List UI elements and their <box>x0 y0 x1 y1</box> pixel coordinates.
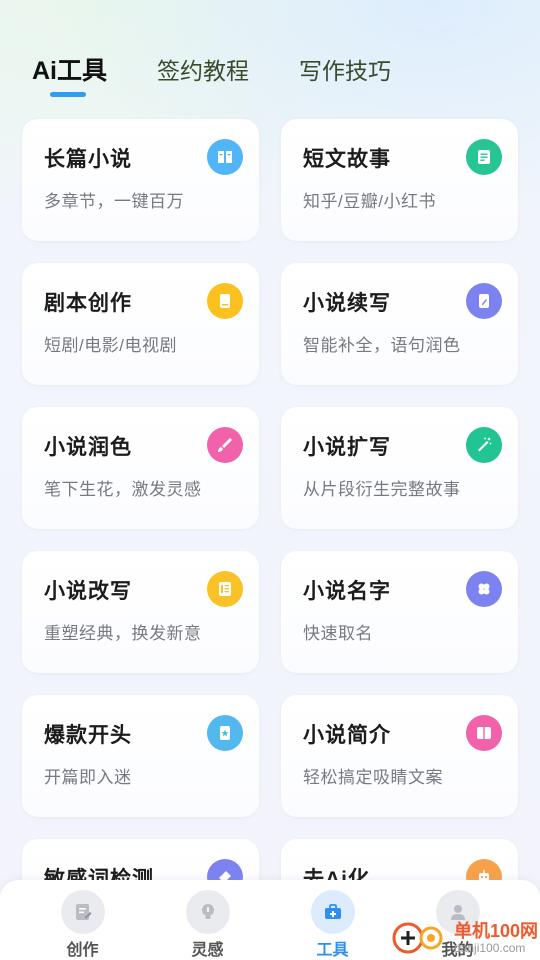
card-subtitle: 重塑经典，换发新意 <box>44 624 202 643</box>
tool-card-long-novel[interactable]: 长篇小说 多章节，一键百万 <box>22 119 259 241</box>
tool-grid: 长篇小说 多章节，一键百万 短文故事 知乎/豆瓣/小红书 剧本创作 短剧/电影/… <box>22 119 518 960</box>
card-subtitle: 轻松搞定吸睛文案 <box>303 768 443 787</box>
list-doc-icon <box>207 571 243 607</box>
bottom-nav: 创作 灵感 工具 我的 <box>0 880 540 960</box>
tab-signing-tutorial[interactable]: 签约教程 <box>157 54 249 88</box>
card-subtitle: 短剧/电影/电视剧 <box>44 336 177 355</box>
nav-label: 灵感 <box>191 942 224 959</box>
clover-icon <box>466 571 502 607</box>
tool-card-continue[interactable]: 小说续写 智能补全，语句润色 <box>281 263 518 385</box>
tool-card-name[interactable]: 小说名字 快速取名 <box>281 551 518 673</box>
tool-card-synopsis[interactable]: 小说简介 轻松搞定吸睛文案 <box>281 695 518 817</box>
tab-label: 写作技巧 <box>299 58 392 84</box>
nav-label: 我的 <box>441 942 474 959</box>
card-title: 小说扩写 <box>303 436 391 459</box>
top-tabs: Ai工具 签约教程 写作技巧 <box>32 54 391 102</box>
tab-label: 签约教程 <box>157 58 250 84</box>
tool-card-expand[interactable]: 小说扩写 从片段衍生完整故事 <box>281 407 518 529</box>
star-card-icon <box>207 715 243 751</box>
card-title: 小说名字 <box>303 580 391 603</box>
card-title: 剧本创作 <box>44 292 132 315</box>
nav-inspiration[interactable]: 灵感 <box>163 880 253 960</box>
nav-profile[interactable]: 我的 <box>413 880 503 960</box>
open-book-icon <box>466 715 502 751</box>
book-icon <box>207 139 243 175</box>
tab-writing-tips[interactable]: 写作技巧 <box>299 54 391 88</box>
user-icon <box>435 890 480 934</box>
scroll-icon <box>466 139 502 175</box>
brush-icon <box>207 427 243 463</box>
card-title: 小说改写 <box>44 580 132 603</box>
card-subtitle: 开篇即入迷 <box>44 768 132 787</box>
card-subtitle: 智能补全，语句润色 <box>303 336 461 355</box>
active-tab-indicator <box>50 92 86 97</box>
card-title: 短文故事 <box>303 148 391 171</box>
card-subtitle: 多章节，一键百万 <box>44 192 184 211</box>
card-title: 小说简介 <box>303 724 391 747</box>
nav-create[interactable]: 创作 <box>38 880 128 960</box>
toolbox-icon <box>310 890 355 934</box>
nav-label: 工具 <box>316 942 349 959</box>
nav-label: 创作 <box>66 942 99 959</box>
magic-wand-icon <box>466 427 502 463</box>
card-title: 长篇小说 <box>44 148 132 171</box>
card-title: 小说续写 <box>303 292 391 315</box>
lightbulb-icon <box>185 890 230 934</box>
tool-card-rewrite[interactable]: 小说改写 重塑经典，换发新意 <box>22 551 259 673</box>
tool-card-script[interactable]: 剧本创作 短剧/电影/电视剧 <box>22 263 259 385</box>
tool-card-short-story[interactable]: 短文故事 知乎/豆瓣/小红书 <box>281 119 518 241</box>
card-title: 爆款开头 <box>44 724 132 747</box>
tab-label: Ai工具 <box>32 57 108 85</box>
tool-card-opening[interactable]: 爆款开头 开篇即入迷 <box>22 695 259 817</box>
pen-doc-icon <box>466 283 502 319</box>
tool-card-polish[interactable]: 小说润色 笔下生花，激发灵感 <box>22 407 259 529</box>
tab-ai-tools[interactable]: Ai工具 <box>32 54 108 97</box>
nav-tools[interactable]: 工具 <box>288 880 378 960</box>
card-title: 小说润色 <box>44 436 132 459</box>
card-subtitle: 快速取名 <box>303 624 373 643</box>
card-subtitle: 笔下生花，激发灵感 <box>44 480 202 499</box>
card-subtitle: 知乎/豆瓣/小红书 <box>303 192 436 211</box>
script-icon <box>207 283 243 319</box>
card-subtitle: 从片段衍生完整故事 <box>303 480 461 499</box>
edit-doc-icon <box>60 890 105 934</box>
